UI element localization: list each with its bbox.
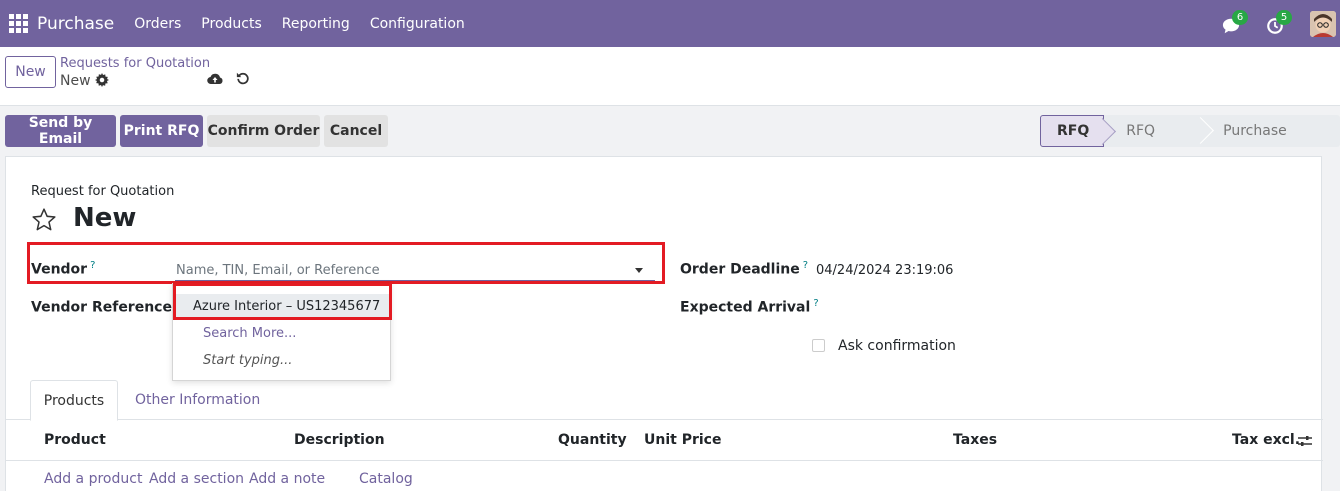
column-description[interactable]: Description <box>294 432 385 448</box>
activities-clock-icon[interactable]: 5 <box>1266 9 1292 35</box>
app-title[interactable]: Purchase <box>37 14 114 34</box>
user-avatar[interactable] <box>1310 10 1336 37</box>
app-menu-grid-icon[interactable] <box>5 11 31 37</box>
control-panel: New Requests for Quotation New <box>0 47 1340 106</box>
gear-icon[interactable] <box>95 73 109 87</box>
column-tax-excl[interactable]: Tax excl. <box>1232 432 1300 448</box>
option-highlight-box <box>173 283 392 320</box>
add-note-link[interactable]: Add a note <box>249 471 325 487</box>
action-bar: Send by Email Print RFQ Confirm Order Ca… <box>0 106 1340 171</box>
menu-reporting[interactable]: Reporting <box>282 16 350 32</box>
column-quantity[interactable]: Quantity <box>558 432 627 448</box>
record-title: New <box>73 203 137 233</box>
ask-confirmation-label: Ask confirmation <box>838 338 956 354</box>
stage-rfq-sent[interactable]: RFQ Sent <box>1104 115 1202 171</box>
breadcrumb-current: New <box>60 73 91 89</box>
breadcrumb-requests-for-quotation[interactable]: Requests for Quotation <box>60 56 210 71</box>
add-product-link[interactable]: Add a product <box>44 471 142 487</box>
messages-count-badge: 6 <box>1232 9 1248 25</box>
menu-configuration[interactable]: Configuration <box>370 16 465 32</box>
tab-other-information[interactable]: Other Information <box>135 380 260 420</box>
send-by-email-button[interactable]: Send by Email <box>5 115 116 147</box>
chevron-down-icon[interactable] <box>635 268 643 273</box>
column-taxes[interactable]: Taxes <box>953 432 997 448</box>
catalog-link[interactable]: Catalog <box>359 471 413 487</box>
activities-count-badge: 5 <box>1276 9 1292 25</box>
help-marker: ? <box>802 260 809 271</box>
menu-products[interactable]: Products <box>201 16 261 32</box>
order-deadline-value[interactable]: 04/24/2024 23:19:06 <box>816 263 953 278</box>
stage-purchase-order[interactable]: Purchase Order <box>1201 115 1340 171</box>
optional-columns-sliders-icon[interactable] <box>1298 434 1312 448</box>
vendor-input[interactable] <box>175 261 655 281</box>
ask-confirmation-checkbox[interactable] <box>812 339 825 352</box>
menu-orders[interactable]: Orders <box>134 16 181 32</box>
confirm-order-button[interactable]: Confirm Order <box>207 115 320 147</box>
messages-icon[interactable]: 6 <box>1222 9 1248 35</box>
tab-products[interactable]: Products <box>30 380 118 421</box>
column-product[interactable]: Product <box>44 432 106 448</box>
expected-arrival-label: Expected Arrival? <box>680 298 819 316</box>
star-favorite-icon[interactable] <box>31 207 57 233</box>
stage-rfq[interactable]: RFQ <box>1040 115 1105 147</box>
add-section-link[interactable]: Add a section <box>149 471 244 487</box>
help-marker: ? <box>813 298 819 309</box>
status-bar: RFQ RFQ Sent Purchase Order <box>1040 115 1340 171</box>
column-unit-price[interactable]: Unit Price <box>644 432 721 448</box>
document-type-label: Request for Quotation <box>31 184 175 199</box>
search-more-link[interactable]: Search More... <box>173 321 390 346</box>
cancel-button[interactable]: Cancel <box>324 115 388 147</box>
vendor-reference-label: Vendor Reference? <box>31 298 180 316</box>
print-rfq-button[interactable]: Print RFQ <box>120 115 203 147</box>
add-line-links: Add a product Add a section Add a note C… <box>6 471 1323 491</box>
new-record-button[interactable]: New <box>5 56 56 88</box>
start-typing-hint: Start typing... <box>203 353 293 368</box>
top-navbar: Purchase Orders Products Reporting Confi… <box>0 0 1340 47</box>
order-deadline-label: Order Deadline? <box>680 260 809 278</box>
notebook-tabs: Products Other Information <box>6 380 1323 421</box>
order-lines-header: Product Description Quantity Unit Price … <box>6 421 1323 461</box>
discard-undo-icon[interactable] <box>236 71 250 85</box>
form-sheet: Request for Quotation New Vendor? Vendor… <box>5 156 1323 491</box>
cloud-upload-save-icon[interactable] <box>207 71 223 87</box>
